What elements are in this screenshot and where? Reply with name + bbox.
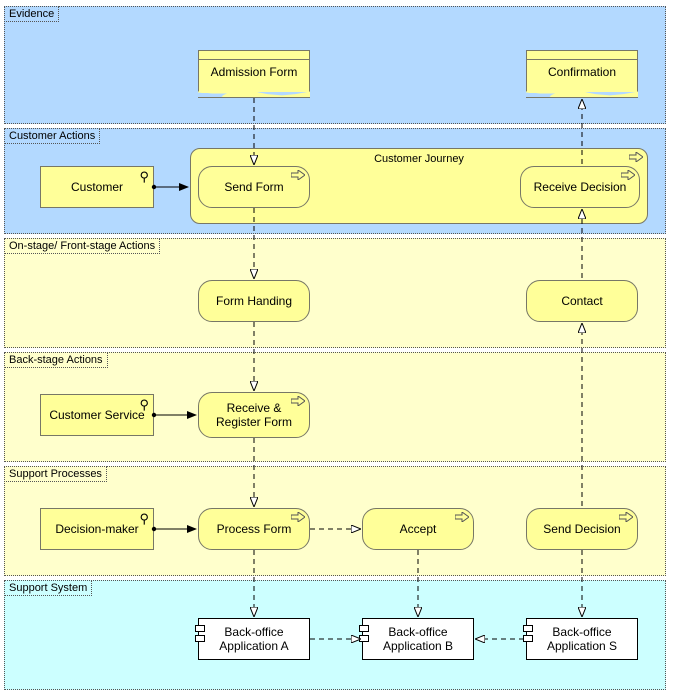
arrow-icon: [291, 512, 305, 522]
lane-label: Support System: [4, 580, 92, 596]
proc-label: Accept: [400, 522, 437, 536]
serv-contact: Contact: [526, 280, 638, 322]
proc-accept: Accept: [362, 508, 474, 550]
actor-label: Customer: [71, 180, 123, 194]
doc-label: Admission Form: [211, 65, 298, 79]
comp-label: Back-office Application B: [367, 625, 469, 653]
person-icon: ⚲: [139, 398, 149, 411]
actor-service: ⚲ Customer Service: [40, 394, 154, 436]
actor-customer: ⚲ Customer: [40, 166, 154, 208]
diagram-canvas: Evidence Customer Actions On-stage/ Fron…: [0, 0, 674, 698]
comp-app-a: Back-office Application A: [198, 618, 310, 660]
proc-register: Receive & Register Form: [198, 392, 310, 438]
doc-admission: Admission Form: [198, 50, 310, 92]
arrow-icon: [291, 396, 305, 406]
journey-label: Customer Journey: [191, 153, 647, 165]
arrow-icon: [291, 170, 305, 180]
actor-label: Decision-maker: [55, 522, 138, 536]
lane-label: On-stage/ Front-stage Actions: [4, 238, 160, 254]
doc-line: [199, 59, 309, 60]
proc-label: Process Form: [217, 522, 292, 536]
component-icon: [523, 625, 533, 645]
comp-label: Back-office Application S: [531, 625, 633, 653]
actor-decision: ⚲ Decision-maker: [40, 508, 154, 550]
arrow-icon: [629, 152, 643, 162]
arrow-icon: [619, 512, 633, 522]
lane-label: Back-stage Actions: [4, 352, 108, 368]
serv-form-handing: Form Handing: [198, 280, 310, 322]
arrow-icon: [621, 170, 635, 180]
proc-send-decision: Send Decision: [526, 508, 638, 550]
person-icon: ⚲: [139, 170, 149, 183]
serv-label: Form Handing: [216, 294, 292, 308]
doc-line: [527, 59, 637, 60]
component-icon: [195, 625, 205, 645]
doc-label: Confirmation: [548, 65, 616, 79]
lane-label: Evidence: [4, 6, 59, 22]
proc-label: Send Decision: [543, 522, 620, 536]
lane-label: Support Processes: [4, 466, 107, 482]
comp-app-b: Back-office Application B: [362, 618, 474, 660]
proc-label: Receive & Register Form: [203, 401, 305, 429]
comp-label: Back-office Application A: [203, 625, 305, 653]
person-icon: ⚲: [139, 512, 149, 525]
proc-label: Receive Decision: [534, 180, 627, 194]
proc-label: Send Form: [224, 180, 283, 194]
lane-label: Customer Actions: [4, 128, 100, 144]
comp-app-s: Back-office Application S: [526, 618, 638, 660]
actor-label: Customer Service: [49, 408, 144, 422]
arrow-icon: [455, 512, 469, 522]
component-icon: [359, 625, 369, 645]
proc-process-form: Process Form: [198, 508, 310, 550]
proc-send-form: Send Form: [198, 166, 310, 208]
proc-receive-decision: Receive Decision: [520, 166, 640, 208]
doc-confirmation: Confirmation: [526, 50, 638, 92]
serv-label: Contact: [561, 294, 602, 308]
